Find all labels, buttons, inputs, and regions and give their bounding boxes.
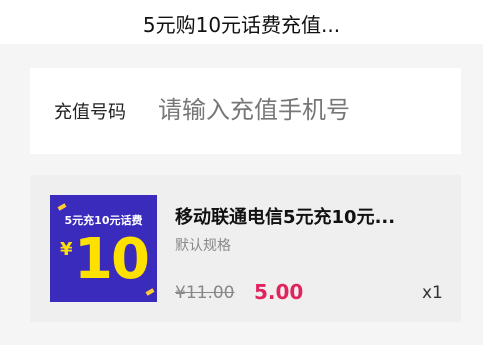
product-thumbnail: 5元充10元话费 ¥ 10 — [50, 195, 157, 302]
thumbnail-currency-symbol: ¥ — [60, 239, 73, 260]
product-card[interactable]: 5元充10元话费 ¥ 10 移动联通电信5元充10元... 默认规格 ¥11.0… — [30, 175, 461, 322]
quantity: x1 — [422, 283, 443, 303]
phone-number-section: 充值号码 — [30, 68, 461, 154]
thumbnail-amount: 10 — [74, 227, 150, 292]
page-title: 5元购10元话费充值... — [142, 13, 341, 37]
sale-price: 5.00 — [254, 280, 304, 304]
original-price: ¥11.00 — [175, 283, 235, 303]
sparkle-icon — [57, 203, 67, 211]
thumbnail-caption: 5元充10元话费 — [64, 214, 143, 227]
product-title: 移动联通电信5元充10元... — [175, 207, 396, 228]
header-bar: 5元购10元话费充值... — [0, 0, 483, 44]
phone-number-label: 充值号码 — [54, 102, 126, 123]
product-spec: 默认规格 — [175, 238, 231, 254]
phone-number-input[interactable] — [158, 90, 448, 130]
